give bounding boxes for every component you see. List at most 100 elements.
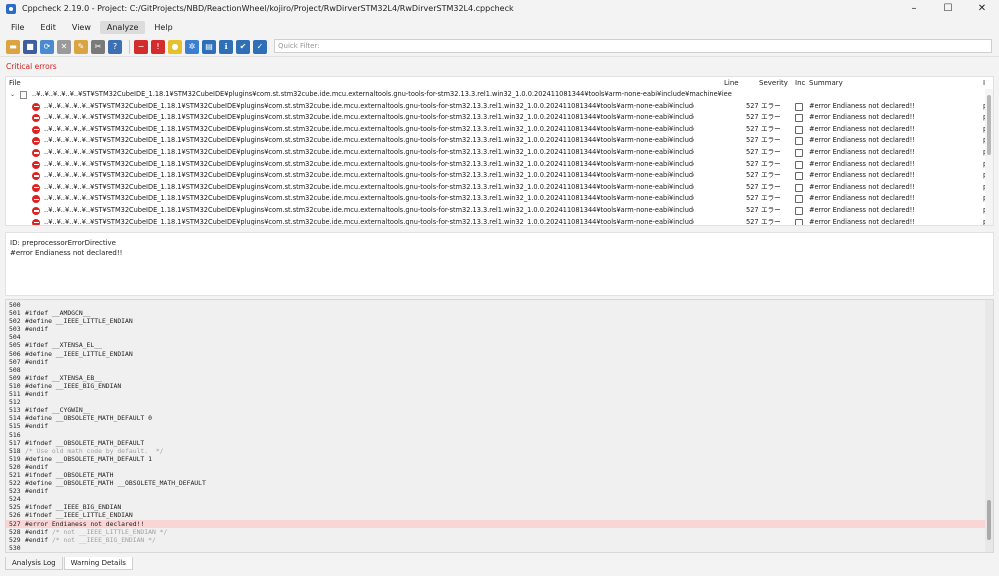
result-row[interactable]: ..¥..¥..¥..¥..¥..¥ST¥STM32CubeIDE_1.18.1… <box>6 101 993 113</box>
show-performance-icon[interactable]: ✲ <box>185 39 199 54</box>
tab-warning-details[interactable]: Warning Details <box>63 557 133 570</box>
col-inc[interactable]: Inc <box>795 79 805 87</box>
result-summary: #error Endianess not declared!! <box>809 205 915 214</box>
result-row[interactable]: ..¥..¥..¥..¥..¥..¥ST¥STM32CubeIDE_1.18.1… <box>6 205 993 217</box>
open-icon[interactable]: ▬ <box>6 39 20 54</box>
show-information-icon[interactable]: ℹ <box>219 39 233 54</box>
file-icon <box>20 91 27 99</box>
code-scrollbar[interactable] <box>985 300 993 552</box>
result-summary: #error Endianess not declared!! <box>809 113 915 122</box>
show-style-icon[interactable]: ● <box>168 39 182 54</box>
result-summary: #error Endianess not declared!! <box>809 124 915 133</box>
result-row[interactable]: ..¥..¥..¥..¥..¥..¥ST¥STM32CubeIDE_1.18.1… <box>6 147 993 159</box>
code-viewer[interactable]: 500 501 #ifdef __AMDGCN__ 502 #define __IEEE… <box>5 299 994 553</box>
error-icon <box>32 125 40 134</box>
code-text: #endif <box>25 535 52 544</box>
result-severity: エラー <box>761 205 781 214</box>
show-warnings-icon[interactable]: ! <box>151 39 165 54</box>
inconclusive-checkbox[interactable] <box>795 102 803 111</box>
menu-help[interactable]: Help <box>147 21 179 34</box>
line-number: 513 <box>9 406 21 415</box>
menu-view[interactable]: View <box>65 21 98 34</box>
details-message: #error Endianess not declared!! <box>10 249 123 257</box>
line-number: 503 <box>9 325 21 334</box>
results-tree[interactable]: File Line Severity Inc Summary I ⌄ ..¥..… <box>5 76 994 226</box>
stop-icon[interactable]: ✕ <box>57 39 71 54</box>
error-icon <box>32 183 40 192</box>
inconclusive-checkbox[interactable] <box>795 218 803 225</box>
show-hidden-icon[interactable]: ✔ <box>236 39 250 54</box>
col-file[interactable]: File <box>9 79 21 87</box>
result-line: 527 <box>746 194 759 203</box>
result-severity: エラー <box>761 113 781 122</box>
help-icon[interactable]: ? <box>108 39 122 54</box>
preferences-icon[interactable]: ✂ <box>91 39 105 54</box>
code-line: 517 #ifndef __OBSOLETE_MATH_DEFAULT <box>6 439 993 447</box>
show-scanned-icon[interactable]: ✓ <box>253 39 267 54</box>
result-row[interactable]: ..¥..¥..¥..¥..¥..¥ST¥STM32CubeIDE_1.18.1… <box>6 159 993 171</box>
inconclusive-checkbox[interactable] <box>795 160 803 169</box>
inconclusive-checkbox[interactable] <box>795 114 803 123</box>
show-portability-icon[interactable]: ▤ <box>202 39 216 54</box>
code-scroll-thumb[interactable] <box>987 500 991 540</box>
maximize-button[interactable]: ☐ <box>931 0 965 17</box>
inconclusive-checkbox[interactable] <box>795 137 803 146</box>
quick-filter-input[interactable]: Quick Filter: <box>274 39 992 53</box>
result-row[interactable]: ..¥..¥..¥..¥..¥..¥ST¥STM32CubeIDE_1.18.1… <box>6 182 993 194</box>
result-row[interactable]: ..¥..¥..¥..¥..¥..¥ST¥STM32CubeIDE_1.18.1… <box>6 217 993 225</box>
inconclusive-checkbox[interactable] <box>795 195 803 204</box>
line-number: 521 <box>9 470 21 479</box>
code-text: #ifndef __OBSOLETE_MATH_DEFAULT <box>25 438 145 447</box>
result-severity: エラー <box>761 101 781 110</box>
code-text: #define __OBSOLETE_MATH __OBSOLETE_MATH_… <box>25 479 206 488</box>
code-line: 503 #endif <box>6 325 993 333</box>
result-severity: エラー <box>761 159 781 168</box>
inconclusive-checkbox[interactable] <box>795 206 803 215</box>
inconclusive-checkbox[interactable] <box>795 148 803 157</box>
clear-icon[interactable]: ✎ <box>74 39 88 54</box>
code-line: 520 #endif <box>6 463 993 471</box>
code-comment: /* not __IEEE_BIG_ENDIAN */ <box>51 535 156 544</box>
menu-file[interactable]: File <box>4 21 31 34</box>
code-line: 511 #endif <box>6 390 993 398</box>
line-number: 504 <box>9 333 21 342</box>
menu-edit[interactable]: Edit <box>33 21 63 34</box>
result-row[interactable]: ..¥..¥..¥..¥..¥..¥ST¥STM32CubeIDE_1.18.1… <box>6 112 993 124</box>
inconclusive-checkbox[interactable] <box>795 183 803 192</box>
code-text: #error Endianess not declared!! <box>25 519 145 528</box>
result-row[interactable]: ..¥..¥..¥..¥..¥..¥ST¥STM32CubeIDE_1.18.1… <box>6 124 993 136</box>
window-title: Cppcheck 2.19.0 - Project: C:/GitProject… <box>22 4 514 13</box>
tab-analysis-log[interactable]: Analysis Log <box>5 557 63 570</box>
toolbar: ▬ ■ ⟳ ✕ ✎ ✂? −! ● ✲ ▤ ℹ ✔ ✓ Quick Filter: <box>0 37 999 57</box>
file-group-row[interactable]: ⌄ ..¥..¥..¥..¥..¥..¥ST¥STM32CubeIDE_1.18… <box>6 89 993 101</box>
result-line: 527 <box>746 101 759 110</box>
result-row[interactable]: ..¥..¥..¥..¥..¥..¥ST¥STM32CubeIDE_1.18.1… <box>6 135 993 147</box>
save-icon[interactable]: ■ <box>23 39 37 54</box>
error-icon <box>32 102 40 111</box>
results-scrollbar[interactable] <box>985 89 993 225</box>
title-bar: Cppcheck 2.19.0 - Project: C:/GitProject… <box>0 0 999 17</box>
col-summary[interactable]: Summary <box>809 79 843 87</box>
code-text: #endif <box>25 527 52 536</box>
col-line[interactable]: Line <box>724 79 739 87</box>
result-row[interactable]: ..¥..¥..¥..¥..¥..¥ST¥STM32CubeIDE_1.18.1… <box>6 193 993 205</box>
col-severity[interactable]: Severity <box>759 79 788 87</box>
code-text: #endif <box>25 422 49 431</box>
line-number: 518 <box>9 446 21 455</box>
menu-analyze[interactable]: Analyze <box>99 21 146 34</box>
reanalyze-icon[interactable]: ⟳ <box>40 39 54 54</box>
inconclusive-checkbox[interactable] <box>795 172 803 181</box>
code-line: 525 #ifndef __IEEE_BIG_ENDIAN <box>6 503 993 511</box>
col-extra[interactable]: I <box>983 79 985 87</box>
code-comment: /* not __IEEE_LITTLE_ENDIAN */ <box>51 527 168 536</box>
close-button[interactable]: ✕ <box>965 0 999 17</box>
result-row[interactable]: ..¥..¥..¥..¥..¥..¥ST¥STM32CubeIDE_1.18.1… <box>6 170 993 182</box>
result-summary: #error Endianess not declared!! <box>809 194 915 203</box>
results-scroll-thumb[interactable] <box>987 95 991 155</box>
minimize-button[interactable]: – <box>897 0 931 17</box>
show-errors-icon[interactable]: − <box>134 39 148 54</box>
code-text: #ifdef __AMDGCN__ <box>25 309 91 318</box>
result-summary: #error Endianess not declared!! <box>809 159 915 168</box>
inconclusive-checkbox[interactable] <box>795 125 803 134</box>
chevron-down-icon[interactable]: ⌄ <box>10 89 15 101</box>
